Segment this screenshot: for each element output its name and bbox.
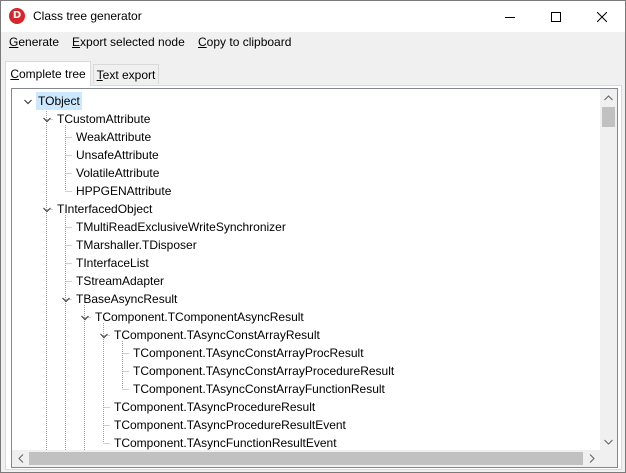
scroll-down-button[interactable] [600,433,617,450]
arrow-left-icon [17,454,23,463]
arrow-down-icon [604,439,613,445]
tab-complete-accel: C [10,67,19,81]
app-window: D Class tree generator Generate Export s… [0,0,626,473]
tree-node[interactable]: TComponent.TAsyncConstArrayFunctionResul… [131,380,387,398]
tree-node[interactable]: TComponent.TAsyncConstArrayProcedureResu… [131,362,396,380]
horizontal-scroll-thumb[interactable] [29,452,583,465]
chevron-down-icon[interactable] [42,205,52,215]
menu-generate-post: enerate [18,35,60,49]
menu-export-selected-node[interactable]: Export selected node [72,35,185,49]
close-icon [597,11,607,22]
tree-node[interactable]: TObject [36,92,82,110]
tree-node[interactable]: TComponent.TComponentAsyncResult [93,308,306,326]
app-icon: D [9,8,25,24]
chevron-down-icon[interactable] [42,115,52,125]
tree-node[interactable]: VolatileAttribute [74,164,161,182]
tree-node[interactable]: TComponent.TAsyncProcedureResultEvent [112,416,348,434]
close-button[interactable] [579,1,625,32]
maximize-button[interactable] [533,1,579,32]
minimize-icon [505,16,515,18]
arrow-right-icon [589,454,595,463]
vertical-scrollbar[interactable] [600,89,617,450]
tree-node[interactable]: UnsafeAttribute [74,146,161,164]
tree-node[interactable]: TInterfacedObject [55,200,154,218]
tab-text-export[interactable]: Text export [93,64,159,84]
vertical-scroll-thumb[interactable] [602,107,615,127]
chevron-down-icon[interactable] [99,331,109,341]
tab-panel: TObject TCustomAttribute WeakAttribute Unsa… [5,85,622,470]
tree-node[interactable]: HPPGENAttribute [74,182,173,200]
menu-generate-accel: G [9,35,19,49]
scroll-up-button[interactable] [600,89,617,106]
scrollbar-corner [600,450,617,467]
chevron-down-icon[interactable] [80,313,90,323]
menu-export-post: xport selected node [80,35,185,49]
chevron-down-icon[interactable] [61,295,71,305]
scroll-right-button[interactable] [583,450,600,467]
tree-node[interactable]: WeakAttribute [74,128,153,146]
menu-copy-accel: C [198,35,207,49]
tree-node[interactable]: TComponent.TAsyncProcedureResult [112,398,317,416]
menu-copy-to-clipboard[interactable]: Copy to clipboard [198,35,291,49]
tab-complete-tree[interactable]: Complete tree [5,61,91,86]
tab-complete-post: omplete tree [18,67,86,81]
arrow-up-icon [604,94,613,100]
tree-node[interactable]: TInterfaceList [74,254,151,272]
title-bar[interactable]: D Class tree generator [1,1,625,32]
maximize-icon [551,11,561,22]
horizontal-scrollbar[interactable] [12,450,600,467]
scroll-left-button[interactable] [12,450,29,467]
minimize-button[interactable] [487,1,533,32]
menu-export-accel: E [72,35,81,49]
class-tree[interactable]: TObject TCustomAttribute WeakAttribute Unsa… [11,88,618,468]
menu-generate[interactable]: Generate [9,35,59,49]
tab-text-post: ext export [102,68,156,82]
tree-node[interactable]: TComponent.TAsyncConstArrayResult [112,326,322,344]
menu-copy-post: opy to clipboard [206,35,292,49]
tab-strip: Complete tree Text export [1,59,625,86]
chevron-down-icon[interactable] [23,97,33,107]
tree-node[interactable]: TBaseAsyncResult [74,290,179,308]
tree-node[interactable]: TComponent.TAsyncConstArrayProcResult [131,344,366,362]
tree-node[interactable]: TStreamAdapter [74,272,166,290]
tree-node[interactable]: TMultiReadExclusiveWriteSynchronizer [74,218,288,236]
window-title: Class tree generator [33,9,142,23]
tree-node[interactable]: TCustomAttribute [55,110,152,128]
tree-node[interactable]: TMarshaller.TDisposer [74,236,199,254]
menu-bar: Generate Export selected node Copy to cl… [1,32,625,54]
